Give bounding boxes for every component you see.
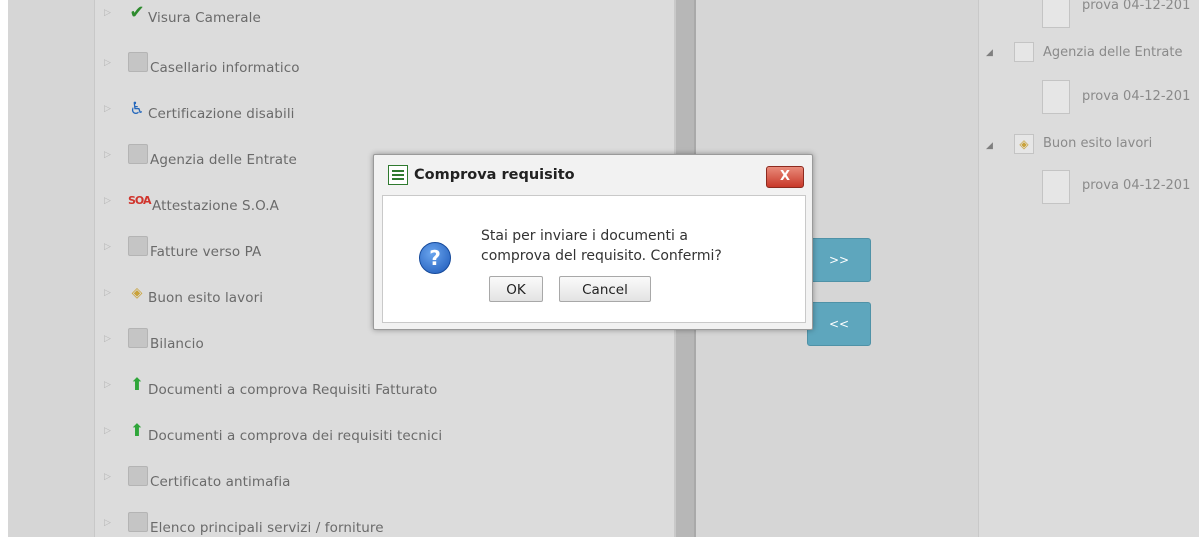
move-back-button[interactable]: << bbox=[807, 302, 871, 346]
expand-icon[interactable]: ▷ bbox=[104, 472, 114, 482]
green-arrow-up-icon: ⬆ bbox=[129, 375, 145, 395]
tree-item-label: Bilancio bbox=[150, 336, 204, 352]
collapse-icon[interactable]: ◢ bbox=[986, 48, 993, 58]
balance-icon bbox=[128, 328, 148, 348]
tree-item-label: Visura Camerale bbox=[148, 10, 261, 26]
dialog-message: Stai per inviare i documenti a comprova … bbox=[481, 226, 781, 266]
tree-item-label: Certificato antimafia bbox=[150, 474, 291, 490]
tree-item-label: Documenti a comprova Requisiti Fatturato bbox=[148, 382, 438, 398]
tree-item-label: Elenco principali servizi / forniture bbox=[150, 520, 384, 536]
expand-icon[interactable]: ▷ bbox=[104, 58, 114, 68]
expand-icon[interactable]: ▷ bbox=[104, 150, 114, 160]
dialog-body: ? Stai per inviare i documenti a comprov… bbox=[382, 195, 806, 323]
expand-icon[interactable]: ▷ bbox=[104, 196, 114, 206]
agency-icon bbox=[128, 144, 148, 164]
selected-documents-panel bbox=[978, 0, 1199, 537]
list-icon bbox=[128, 512, 148, 532]
tree-item-label: Fatture verso PA bbox=[150, 244, 262, 260]
dialog-message-line: comprova del requisito. Confermi? bbox=[481, 248, 722, 264]
agency-icon bbox=[1014, 42, 1034, 62]
tree-item-agenzia-entrate[interactable]: ▷ Agenzia delle Entrate bbox=[104, 142, 297, 168]
document-icon bbox=[1042, 170, 1070, 204]
dialog-titlebar[interactable]: Comprova requisito X bbox=[374, 155, 812, 195]
form-icon bbox=[388, 165, 408, 185]
document-icon bbox=[1042, 80, 1070, 114]
collapse-icon[interactable]: ◢ bbox=[986, 141, 993, 151]
soa-icon: SOA bbox=[128, 194, 152, 207]
tree-item-attestazione-soa[interactable]: ▷ SOA Attestazione S.O.A bbox=[104, 188, 279, 214]
wheelchair-icon: ♿ bbox=[129, 99, 145, 119]
expand-icon[interactable]: ▷ bbox=[104, 426, 114, 436]
database-icon bbox=[128, 52, 148, 72]
close-button[interactable]: X bbox=[766, 166, 804, 188]
tree-item-label: Attestazione S.O.A bbox=[152, 198, 280, 214]
tree-item-fatture-pa[interactable]: ▷ Fatture verso PA bbox=[104, 234, 261, 260]
tree-item-visura-camerale[interactable]: ▷ ✔ Visura Camerale bbox=[104, 0, 261, 27]
document-icon bbox=[1042, 0, 1070, 28]
expand-icon[interactable]: ▷ bbox=[104, 104, 114, 114]
move-forward-button[interactable]: >> bbox=[807, 238, 871, 282]
hand-icon bbox=[128, 466, 148, 486]
question-icon: ? bbox=[419, 242, 451, 274]
ok-button[interactable]: OK bbox=[489, 276, 543, 302]
expand-icon[interactable]: ▷ bbox=[104, 242, 114, 252]
tree-item-casellario[interactable]: ▷ Casellario informatico bbox=[104, 50, 300, 76]
green-arrow-up-icon: ⬆ bbox=[129, 421, 145, 441]
tree-item-elenco-servizi[interactable]: ▷ Elenco principali servizi / forniture bbox=[104, 510, 384, 536]
app-window: ▷ ✔ Visura Camerale ▷ Casellario informa… bbox=[0, 0, 1199, 537]
cancel-button[interactable]: Cancel bbox=[559, 276, 651, 302]
dialog-title: Comprova requisito bbox=[414, 167, 575, 183]
tree-item-label: Casellario informatico bbox=[150, 60, 300, 76]
tree-item-certificato-antimafia[interactable]: ▷ Certificato antimafia bbox=[104, 464, 291, 490]
selected-group-1[interactable]: Agenzia delle Entrate bbox=[1043, 45, 1182, 60]
tree-item-bilancio[interactable]: ▷ Bilancio bbox=[104, 326, 204, 352]
expand-icon[interactable]: ▷ bbox=[104, 334, 114, 344]
tree-item-buon-esito-lavori[interactable]: ▷ ◈ Buon esito lavori bbox=[104, 280, 263, 306]
selected-group-2[interactable]: Buon esito lavori bbox=[1043, 136, 1152, 151]
selected-doc-1[interactable]: prova 04-12-201 bbox=[1082, 0, 1190, 13]
confirm-dialog: Comprova requisito X ? Stai per inviare … bbox=[373, 154, 813, 330]
expand-icon[interactable]: ▷ bbox=[104, 380, 114, 390]
tree-item-label: Agenzia delle Entrate bbox=[150, 152, 297, 168]
invoice-icon bbox=[128, 236, 148, 256]
dialog-message-line: Stai per inviare i documenti a bbox=[481, 228, 688, 244]
tree-item-requisiti-fatturato[interactable]: ▷ ⬆ Documenti a comprova Requisiti Fattu… bbox=[104, 372, 437, 398]
tree-item-certificazione-disabili[interactable]: ▷ ♿ Certificazione disabili bbox=[104, 96, 295, 122]
tree-item-label: Certificazione disabili bbox=[148, 106, 295, 122]
selected-doc-2[interactable]: prova 04-12-201 bbox=[1082, 89, 1190, 104]
left-margin bbox=[8, 0, 94, 537]
expand-icon[interactable]: ▷ bbox=[104, 518, 114, 528]
expand-icon[interactable]: ▷ bbox=[104, 8, 114, 18]
tree-item-label: Buon esito lavori bbox=[148, 290, 264, 306]
expand-icon[interactable]: ▷ bbox=[104, 288, 114, 298]
check-icon: ✔ bbox=[129, 2, 145, 23]
selected-doc-3[interactable]: prova 04-12-201 bbox=[1082, 178, 1190, 193]
diamond-icon: ◈ bbox=[131, 285, 143, 301]
diamond-icon: ◈ bbox=[1014, 134, 1034, 154]
tree-item-label: Documenti a comprova dei requisiti tecni… bbox=[148, 428, 443, 444]
tree-item-requisiti-tecnici[interactable]: ▷ ⬆ Documenti a comprova dei requisiti t… bbox=[104, 418, 442, 444]
